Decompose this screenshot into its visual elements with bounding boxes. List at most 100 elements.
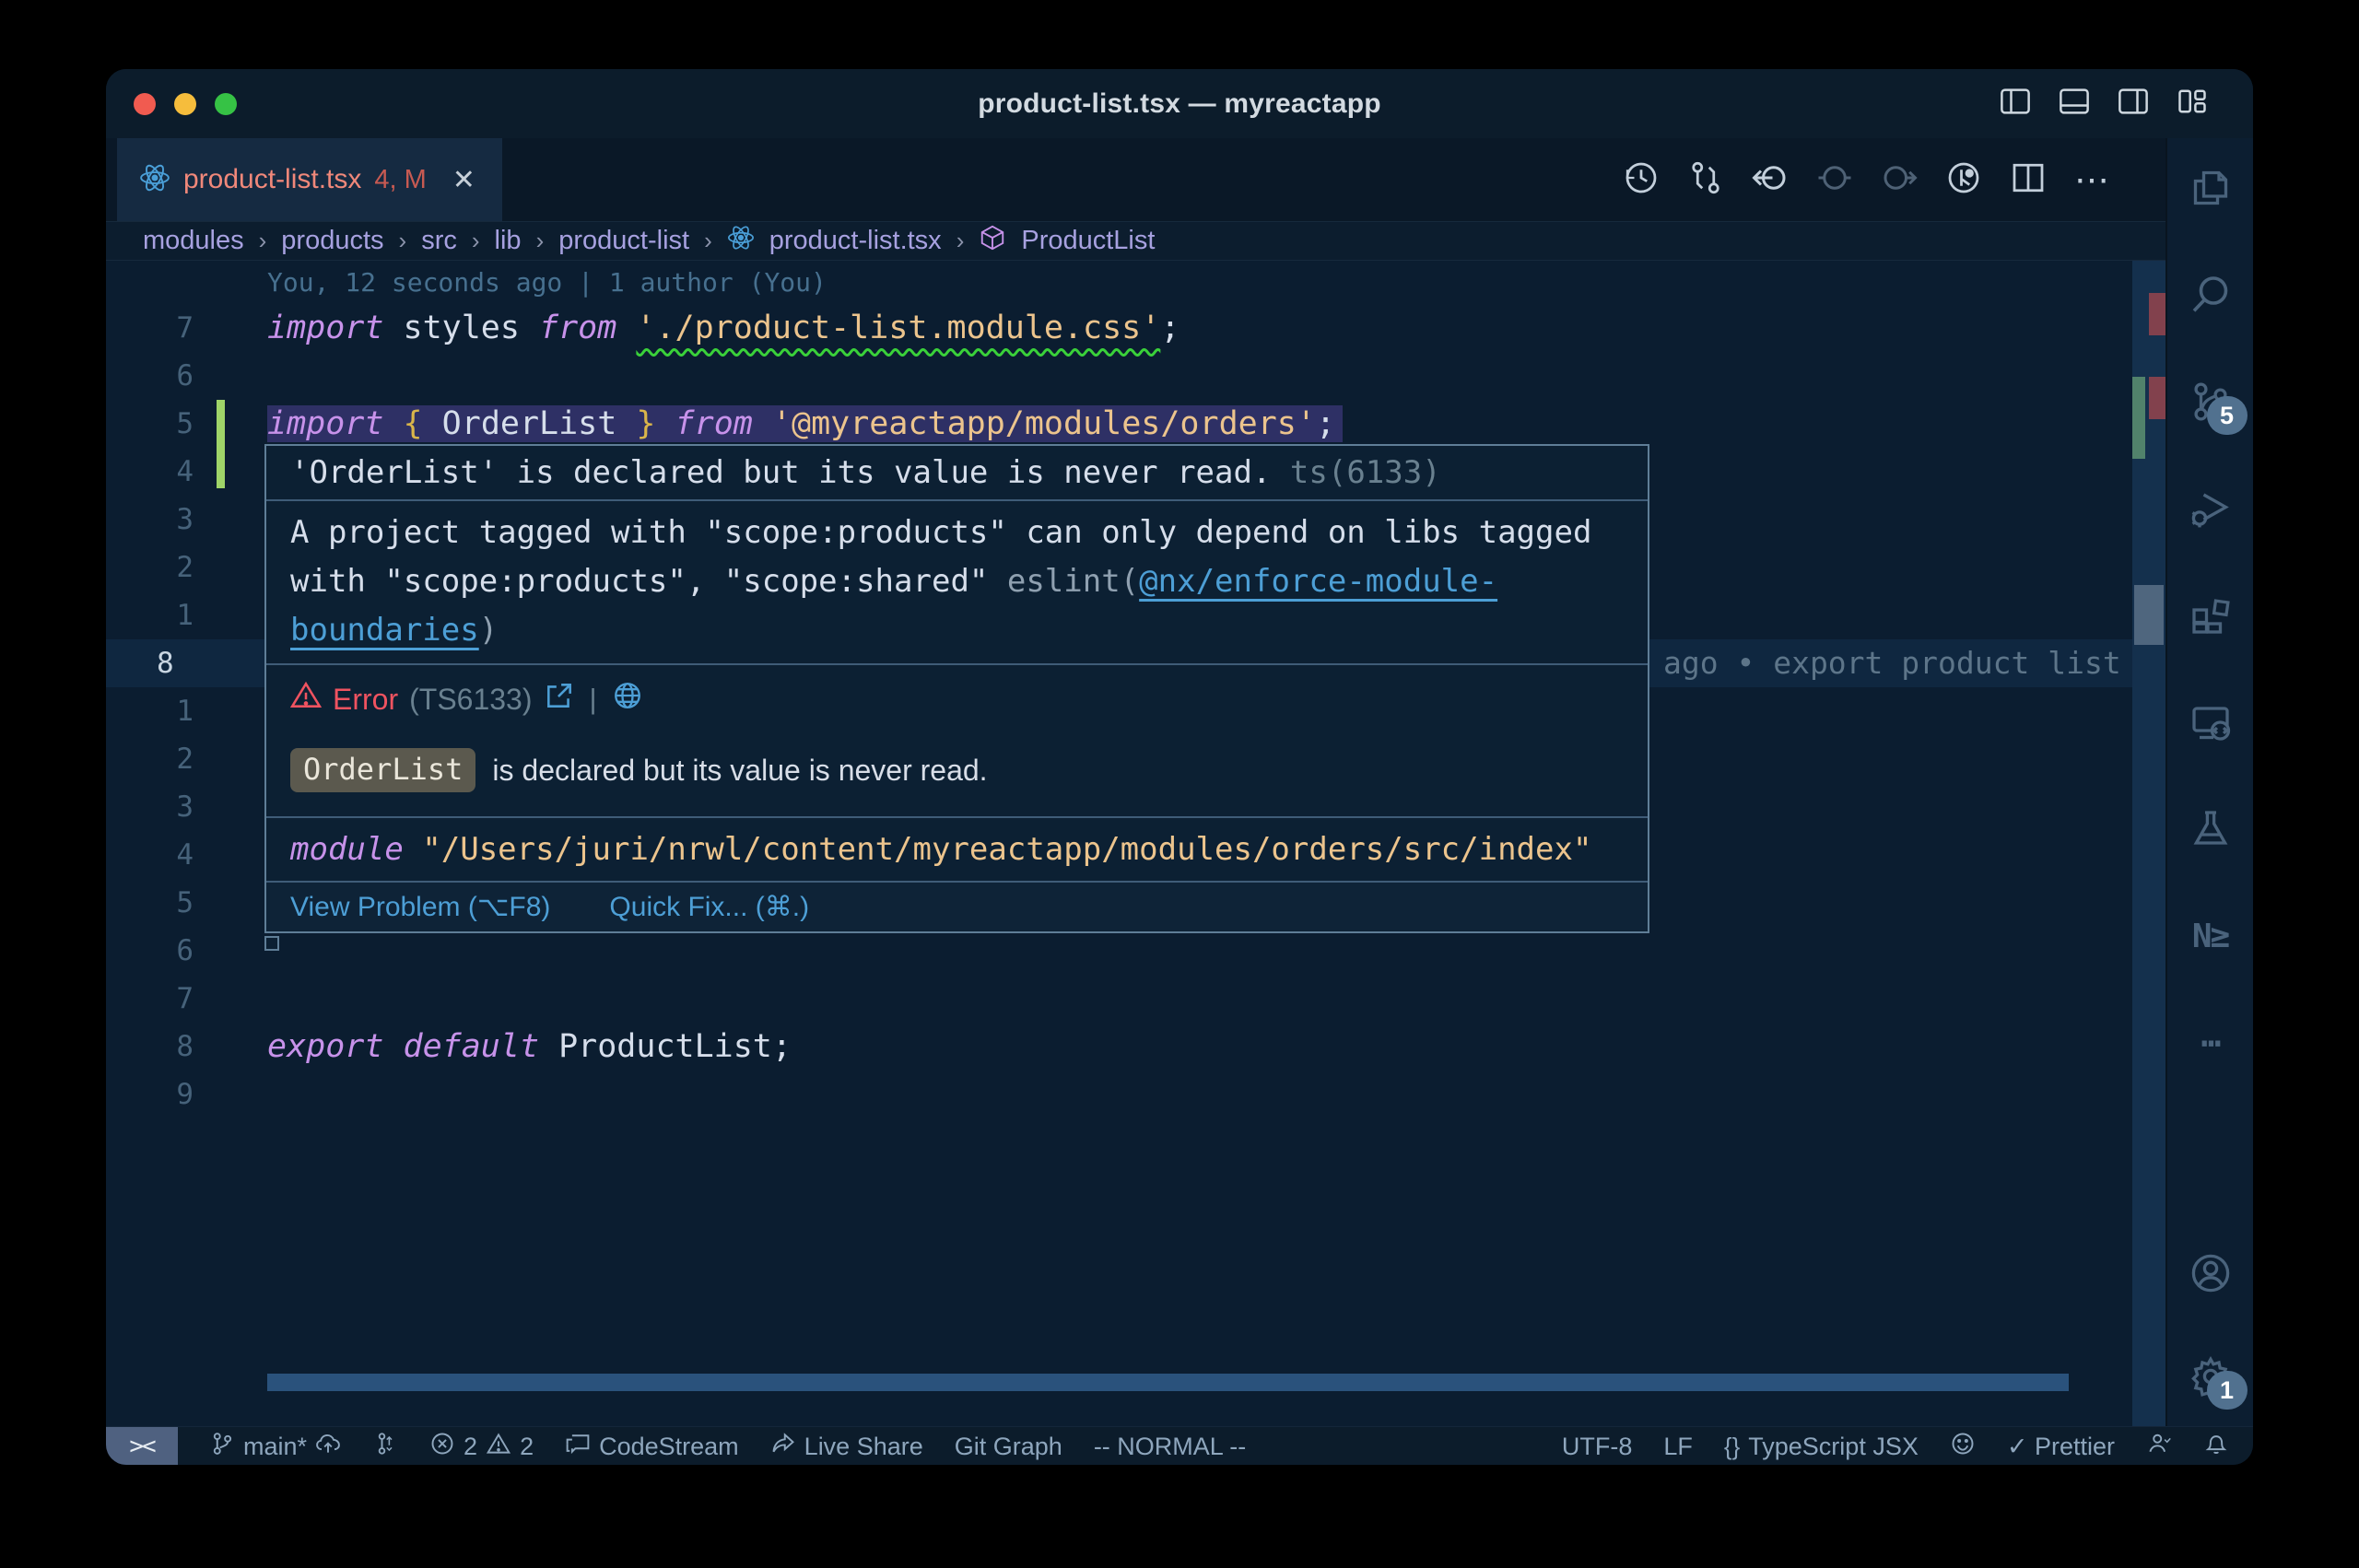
chevron-right-icon: ›	[957, 227, 965, 255]
tab-close-icon[interactable]: ✕	[452, 164, 475, 196]
git-refs-item[interactable]	[372, 1431, 398, 1463]
extensions-icon[interactable]	[2189, 593, 2233, 638]
code-line: import { OrderList } from '@myreactapp/m…	[267, 400, 1343, 448]
overview-ruler[interactable]	[2132, 261, 2165, 1426]
account-icon[interactable]	[2189, 1251, 2233, 1295]
language-mode-item[interactable]: {} TypeScript JSX	[1724, 1433, 1919, 1461]
breadcrumb-item[interactable]: product-list	[558, 226, 689, 256]
chevron-right-icon: ›	[399, 227, 407, 255]
react-file-icon	[727, 224, 755, 259]
codestream-item[interactable]: CodeStream	[565, 1431, 739, 1463]
testing-beaker-icon[interactable]	[2189, 807, 2233, 851]
toggle-secondary-sidebar-icon[interactable]	[2117, 85, 2150, 123]
gitlens-inline-blame: ago • export product list …	[1663, 639, 2157, 687]
popup-module-path: module "/Users/juri/nrwl/content/myreact…	[266, 816, 1648, 881]
nx-console-icon[interactable]: N≥	[2189, 914, 2233, 958]
line-number: 7	[106, 304, 194, 352]
problems-item[interactable]: 2 2	[429, 1431, 534, 1463]
live-share-item[interactable]: Live Share	[770, 1431, 923, 1463]
breadcrumb: modules › products › src › lib › product…	[106, 221, 2165, 261]
popup-ts-message: 'OrderList' is declared but its value is…	[266, 446, 1648, 499]
tab-product-list[interactable]: product-list.tsx 4, M ✕	[117, 138, 502, 221]
notifications-bell-item[interactable]	[2203, 1431, 2229, 1463]
live-share-icon	[770, 1431, 796, 1463]
additional-views-icon[interactable]: ⋯	[2189, 1021, 2233, 1065]
git-added-mark	[2132, 377, 2145, 459]
breadcrumb-item[interactable]: modules	[143, 226, 244, 256]
error-mark	[2149, 377, 2165, 419]
line-number: 7	[106, 975, 194, 1023]
breadcrumb-item[interactable]: lib	[495, 226, 522, 256]
timeline-icon[interactable]	[1623, 159, 1660, 201]
globe-icon[interactable]	[612, 680, 643, 719]
code-editor[interactable]: You, 12 seconds ago | 1 author (You) 765…	[106, 261, 2165, 1426]
line-number: 2	[106, 735, 194, 783]
breadcrumb-item[interactable]: src	[421, 226, 457, 256]
line-number: 2	[106, 544, 194, 591]
vim-mode-indicator[interactable]: -- NORMAL --	[1094, 1433, 1246, 1461]
breadcrumb-item[interactable]: product-list.tsx	[769, 226, 942, 256]
run-debug-icon[interactable]	[1945, 159, 1982, 201]
tab-dirty-badge: 4, M	[374, 165, 426, 195]
view-problem-link[interactable]: View Problem (⌥F8)	[290, 891, 550, 923]
more-actions-icon[interactable]: ⋯	[2074, 159, 2112, 201]
code-token: ;	[772, 1028, 792, 1065]
git-graph-item[interactable]: Git Graph	[955, 1433, 1062, 1461]
eslint-rule-link[interactable]: boundaries	[290, 612, 479, 649]
bell-icon	[2203, 1431, 2229, 1463]
code-token: export	[267, 1028, 404, 1065]
line-number: 1	[106, 687, 194, 735]
split-editor-icon[interactable]	[2010, 159, 2047, 201]
current-line-number: 8	[157, 639, 212, 687]
code-token: ;	[1160, 310, 1180, 346]
vertical-scrollbar-slider[interactable]	[2134, 585, 2164, 645]
accounts-person-item[interactable]	[2146, 1431, 2172, 1463]
code-token: from	[539, 310, 636, 346]
navigate-back-icon[interactable]	[1752, 159, 1789, 201]
run-debug-icon[interactable]	[2189, 486, 2233, 531]
popup-eslint-message: A project tagged with "scope:products" c…	[266, 499, 1648, 663]
open-external-icon[interactable]	[544, 680, 575, 719]
customize-layout-icon[interactable]	[2176, 85, 2209, 123]
line-number: 5	[106, 400, 194, 448]
quick-fix-link[interactable]: Quick Fix... (⌘.)	[609, 891, 809, 923]
vscode-window: product-list.tsx — myreactapp product-li…	[106, 69, 2253, 1465]
source-control-icon[interactable]: 5	[2189, 380, 2233, 424]
breadcrumb-item[interactable]: products	[281, 226, 383, 256]
nav-next-icon[interactable]	[1881, 159, 1918, 201]
code-line: export default ProductList;	[267, 1023, 792, 1071]
line-number: 3	[106, 496, 194, 544]
tab-label: product-list.tsx	[183, 164, 361, 195]
remote-indicator[interactable]: ><	[106, 1427, 178, 1465]
toggle-primary-sidebar-icon[interactable]	[1999, 85, 2032, 123]
breadcrumb-item[interactable]: ProductList	[1021, 226, 1155, 256]
feedback-smiley-item[interactable]	[1950, 1431, 1976, 1463]
encoding-item[interactable]: UTF-8	[1562, 1433, 1633, 1461]
error-code: (TS6133)	[409, 683, 532, 717]
toggle-panel-icon[interactable]	[2058, 85, 2091, 123]
git-compare-icon[interactable]	[1687, 159, 1724, 201]
symbol-badge: OrderList	[290, 748, 475, 792]
nav-prev-icon[interactable]	[1816, 159, 1853, 201]
comment-bubble-icon	[565, 1431, 591, 1463]
editor-actions: ⋯	[1623, 138, 2112, 221]
smiley-icon	[1950, 1431, 1976, 1463]
eol-item[interactable]: LF	[1663, 1433, 1693, 1461]
prettier-item[interactable]: ✓ Prettier	[2007, 1433, 2115, 1461]
git-modified-gutter-bar	[217, 400, 225, 488]
code-token: OrderList	[442, 405, 617, 442]
chevron-right-icon: ›	[472, 227, 480, 255]
horizontal-scrollbar-slider[interactable]	[267, 1374, 2069, 1391]
ts-error-code: ts(6133)	[1290, 454, 1441, 491]
search-icon[interactable]	[2189, 273, 2233, 317]
git-branch-item[interactable]: main*	[209, 1431, 341, 1463]
activity-bar: 5 N≥ ⋯ 1	[2165, 138, 2253, 1426]
explorer-icon[interactable]	[2189, 166, 2233, 210]
code-token: {	[404, 405, 442, 442]
code-token: import	[267, 310, 404, 346]
code-token: }	[616, 405, 655, 442]
eslint-rule-link[interactable]: @nx/enforce-module-	[1139, 563, 1497, 600]
remote-explorer-icon[interactable]	[2189, 700, 2233, 744]
settings-gear-icon[interactable]: 1	[2189, 1354, 2233, 1398]
popup-resize-handle[interactable]	[264, 936, 279, 951]
